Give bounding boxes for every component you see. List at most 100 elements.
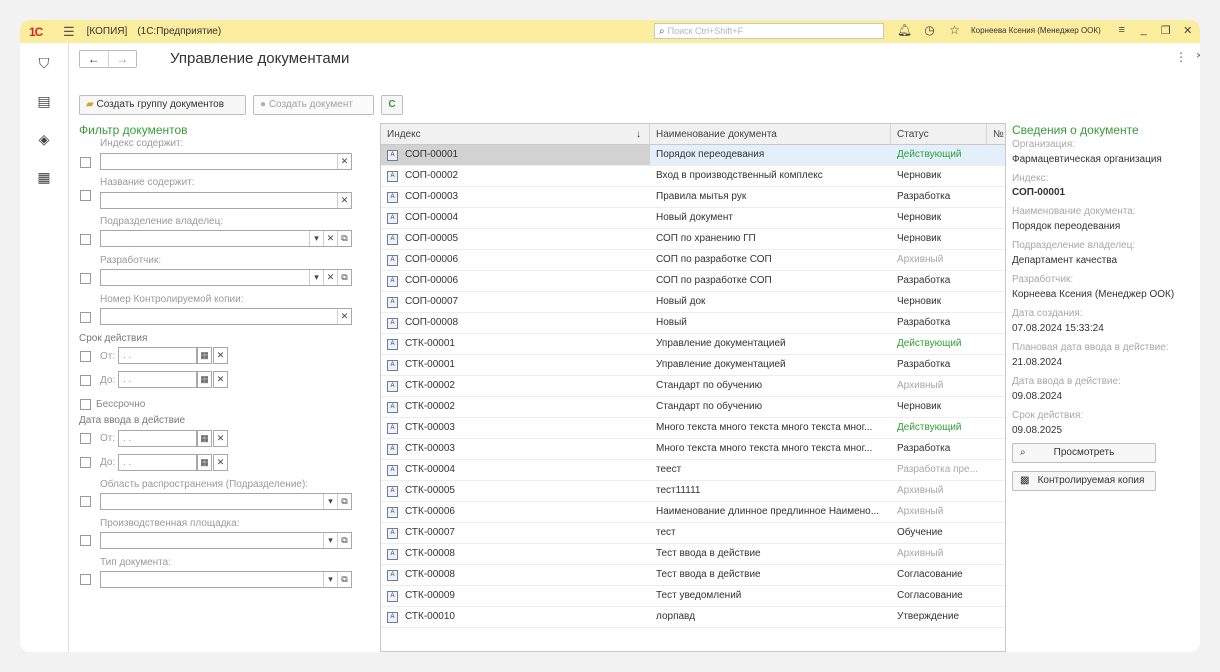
table-row[interactable]: A СТК-00008 Тест ввода в действие Согласова… (381, 565, 1005, 586)
history-icon[interactable]: ◷ (917, 23, 942, 37)
dropdown-icon[interactable]: ▾ (309, 270, 323, 285)
clear-icon[interactable]: ✕ (213, 347, 228, 364)
table-row[interactable]: A СТК-00007 тест Обучение (381, 523, 1005, 544)
dept-owner-checkbox[interactable] (80, 234, 91, 245)
doc-type-checkbox[interactable] (80, 574, 91, 585)
name-contains-checkbox[interactable] (80, 190, 91, 201)
table-row[interactable]: A СОП-00007 Новый док Черновик (381, 292, 1005, 313)
more-icon[interactable]: ⋮ (1175, 50, 1187, 64)
calendar-icon[interactable]: ▦ (197, 347, 212, 364)
dropdown-icon[interactable]: ▾ (309, 231, 323, 246)
close-form-icon[interactable]: × (1196, 50, 1200, 62)
table-row[interactable]: A СТК-00003 Много текста много текста мног… (381, 439, 1005, 460)
unlimited-checkbox[interactable] (80, 399, 91, 410)
close-icon[interactable]: ✕ (1177, 24, 1199, 37)
view-button[interactable]: ⌕ Просмотреть (1012, 443, 1156, 463)
global-search[interactable]: ⌕ Поиск Ctrl+Shift+F (654, 23, 884, 39)
forward-button[interactable]: → (107, 51, 137, 67)
table-row[interactable]: A СОП-00006 СОП по разработке СОП Разработк… (381, 271, 1005, 292)
calendar-icon[interactable]: ▦ (197, 430, 212, 447)
validity-to-input[interactable]: . . (118, 371, 197, 388)
effective-to-checkbox[interactable] (80, 457, 91, 468)
menu-icon[interactable]: ☰ (63, 24, 75, 40)
effective-to-input[interactable]: . . (118, 454, 197, 471)
doc-type-input[interactable]: ▾ ⧉ (100, 571, 352, 588)
dept-owner-input[interactable]: ▾ ✕ ⧉ (100, 230, 352, 247)
cell-index-text: СОП-00001 (405, 149, 459, 160)
minimize-icon[interactable]: _ (1133, 24, 1155, 36)
production-site-input[interactable]: ▾ ⧉ (100, 532, 352, 549)
clear-icon[interactable]: ✕ (213, 454, 228, 471)
scope-checkbox[interactable] (80, 496, 91, 507)
table-row[interactable]: A СТК-00008 Тест ввода в действие Архивный (381, 544, 1005, 565)
calendar-icon[interactable]: ▦ (197, 371, 212, 388)
clear-icon[interactable]: ✕ (337, 154, 351, 169)
refresh-button[interactable]: C (381, 95, 403, 115)
table-row[interactable]: A СОП-00003 Правила мытья рук Разработка (381, 187, 1005, 208)
index-contains-checkbox[interactable] (80, 157, 91, 168)
table-row[interactable]: A СТК-00005 тест11111 Архивный (381, 481, 1005, 502)
clear-icon[interactable]: ✕ (323, 270, 337, 285)
current-user[interactable]: Корнеева Ксения (Менеджер ООК) (971, 26, 1101, 35)
index-contains-input[interactable]: ✕ (100, 153, 352, 170)
table-row[interactable]: A СОП-00004 Новый документ Черновик (381, 208, 1005, 229)
cell-index: A СТК-00007 (381, 523, 650, 543)
table-row[interactable]: A СТК-00003 Много текста много текста мног… (381, 418, 1005, 439)
effective-from-checkbox[interactable] (80, 433, 91, 444)
clear-icon[interactable]: ✕ (213, 371, 228, 388)
dropdown-icon[interactable]: ▾ (323, 572, 337, 587)
bookmark-icon[interactable]: ⛉ (34, 55, 54, 75)
effective-from-input[interactable]: . . (118, 430, 197, 447)
column-name[interactable]: Наименование документа (650, 124, 891, 145)
documents-icon[interactable]: ▤ (34, 93, 54, 113)
open-icon[interactable]: ⧉ (337, 231, 351, 246)
open-icon[interactable]: ⧉ (337, 270, 351, 285)
table-row[interactable]: A СТК-00002 Стандарт по обучению Архивный (381, 376, 1005, 397)
controlled-copy-button[interactable]: ▩ Контролируемая копия (1012, 471, 1156, 491)
star-icon[interactable]: ☆ (942, 23, 967, 37)
clear-icon[interactable]: ✕ (213, 430, 228, 447)
open-icon[interactable]: ⧉ (337, 572, 351, 587)
control-copy-checkbox[interactable] (80, 312, 91, 323)
create-group-button[interactable]: ▰ Создать группу документов (79, 95, 246, 115)
restore-icon[interactable]: ❐ (1155, 24, 1177, 37)
calendar-icon[interactable]: ▦ (197, 454, 212, 471)
developer-checkbox[interactable] (80, 273, 91, 284)
presentation-icon[interactable]: ▦ (34, 169, 54, 189)
dropdown-icon[interactable]: ▾ (323, 533, 337, 548)
validity-from-checkbox[interactable] (80, 351, 91, 362)
dropdown-icon[interactable]: ▾ (323, 494, 337, 509)
validity-to-checkbox[interactable] (80, 375, 91, 386)
table-row[interactable]: A СТК-00009 Тест уведомлений Согласование (381, 586, 1005, 607)
table-row[interactable]: A СТК-00006 Наименование длинное предлинно… (381, 502, 1005, 523)
table-row[interactable]: A СОП-00008 Новый Разработка (381, 313, 1005, 334)
column-status[interactable]: Статус (891, 124, 987, 145)
layers-icon[interactable]: ◈ (34, 131, 54, 151)
settings-icon[interactable]: ≡ (1111, 24, 1133, 36)
clear-icon[interactable]: ✕ (337, 309, 351, 324)
table-row[interactable]: A СОП-00006 СОП по разработке СОП Архивный (381, 250, 1005, 271)
table-row[interactable]: A СТК-00001 Управление документацией Действ… (381, 334, 1005, 355)
table-row[interactable]: A СТК-00004 теест Разработка пре... (381, 460, 1005, 481)
back-button[interactable]: ← (80, 51, 108, 67)
scope-input[interactable]: ▾ ⧉ (100, 493, 352, 510)
table-row[interactable]: A СТК-00010 лорпавд Утверждение (381, 607, 1005, 628)
developer-input[interactable]: ▾ ✕ ⧉ (100, 269, 352, 286)
name-contains-input[interactable]: ✕ (100, 192, 352, 209)
column-number[interactable]: № (987, 124, 1005, 145)
open-icon[interactable]: ⧉ (337, 533, 351, 548)
table-row[interactable]: A СОП-00005 СОП по хранению ГП Черновик (381, 229, 1005, 250)
column-index[interactable]: Индекс ↓ (381, 124, 650, 145)
table-row[interactable]: A СОП-00001 Порядок переодевания Действующи… (381, 145, 1005, 166)
open-icon[interactable]: ⧉ (337, 494, 351, 509)
production-site-checkbox[interactable] (80, 535, 91, 546)
table-row[interactable]: A СТК-00001 Управление документацией Разраб… (381, 355, 1005, 376)
control-copy-input[interactable]: ✕ (100, 308, 352, 325)
clear-icon[interactable]: ✕ (337, 193, 351, 208)
create-document-button[interactable]: ● Создать документ (253, 95, 374, 115)
clear-icon[interactable]: ✕ (323, 231, 337, 246)
table-row[interactable]: A СТК-00002 Стандарт по обучению Черновик (381, 397, 1005, 418)
table-row[interactable]: A СОП-00002 Вход в производственный компле… (381, 166, 1005, 187)
validity-from-input[interactable]: . . (118, 347, 197, 364)
bell-icon[interactable]: 🔔︎ (892, 23, 917, 37)
